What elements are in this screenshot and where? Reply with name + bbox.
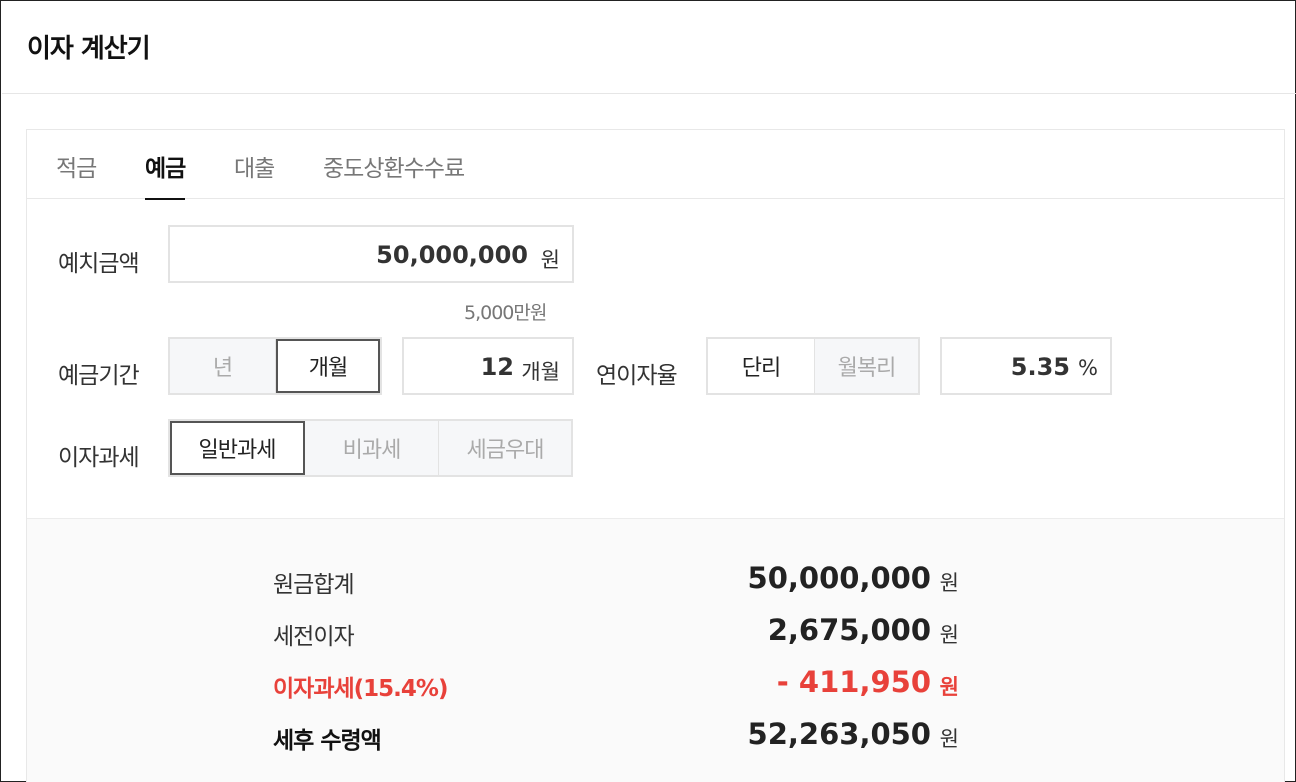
result-net-value: 52,263,050: [747, 717, 931, 751]
tax-type-toggle: 일반과세 비과세 세금우대: [168, 419, 573, 477]
period-unit-month[interactable]: 개월: [276, 339, 380, 393]
rate-unit: %: [1078, 356, 1098, 380]
tax-type-tax-free[interactable]: 비과세: [305, 421, 439, 475]
period-unit-year[interactable]: 년: [170, 339, 276, 393]
result-net-unit: 원: [939, 727, 959, 751]
result-tax-row: 이자과세(15.4%) - 411,950 원: [273, 665, 959, 702]
result-pretax-interest-label: 세전이자: [273, 624, 355, 650]
deposit-amount-label: 예치금액: [58, 251, 140, 277]
result-pretax-interest-unit: 원: [939, 623, 959, 647]
calculator-card: 적금 예금 대출 중도상환수수료 예치금액 50,000,000 원 5,000…: [26, 129, 1285, 782]
tab-bar: 적금 예금 대출 중도상환수수료: [27, 130, 1284, 200]
rate-input[interactable]: 5.35 %: [940, 337, 1112, 395]
period-value: 12: [480, 353, 514, 381]
result-principal-label: 원금합계: [273, 572, 355, 598]
deposit-amount-unit: 원: [540, 248, 560, 272]
tax-type-label: 이자과세: [58, 445, 140, 471]
period-label: 예금기간: [58, 363, 140, 389]
tax-type-preferential[interactable]: 세금우대: [439, 421, 571, 475]
tax-type-general[interactable]: 일반과세: [170, 421, 305, 475]
period-unit: 개월: [521, 360, 560, 384]
result-tax-label: 이자과세(15.4%): [273, 676, 448, 702]
tab-loan[interactable]: 대출: [234, 149, 275, 199]
tab-installment-savings[interactable]: 적금: [56, 149, 97, 199]
page-title: 이자 계산기: [27, 34, 151, 64]
result-principal-value: 50,000,000: [747, 561, 931, 595]
header: 이자 계산기: [2, 2, 1296, 94]
result-pretax-interest-value: 2,675,000: [767, 613, 931, 647]
rate-type-monthly-compound[interactable]: 월복리: [815, 339, 918, 393]
rate-type-simple[interactable]: 단리: [708, 339, 815, 393]
period-input[interactable]: 12 개월: [402, 337, 574, 395]
rate-value: 5.35: [1010, 353, 1070, 381]
rate-label: 연이자율: [596, 363, 678, 389]
tab-deposit[interactable]: 예금: [145, 149, 186, 200]
deposit-amount-hint: 5,000만원: [464, 302, 547, 324]
result-tax-unit: 원: [939, 675, 959, 699]
deposit-amount-input[interactable]: 50,000,000 원: [168, 225, 574, 283]
result-net-label: 세후 수령액: [273, 728, 382, 754]
period-unit-toggle: 년 개월: [168, 337, 382, 395]
result-principal-row: 원금합계 50,000,000 원: [273, 561, 959, 598]
calculator-frame: 이자 계산기 적금 예금 대출 중도상환수수료 예치금액 50,000,000 …: [0, 0, 1296, 782]
result-principal-unit: 원: [939, 571, 959, 595]
result-panel: 원금합계 50,000,000 원 세전이자 2,675,000 원 이자과세(…: [27, 518, 1284, 782]
result-net-row: 세후 수령액 52,263,050 원: [273, 717, 959, 754]
rate-type-toggle: 단리 월복리: [706, 337, 920, 395]
deposit-amount-value: 50,000,000: [376, 241, 528, 269]
result-pretax-interest-row: 세전이자 2,675,000 원: [273, 613, 959, 650]
tab-prepayment-fee[interactable]: 중도상환수수료: [323, 149, 465, 199]
result-tax-value: - 411,950: [776, 665, 931, 699]
